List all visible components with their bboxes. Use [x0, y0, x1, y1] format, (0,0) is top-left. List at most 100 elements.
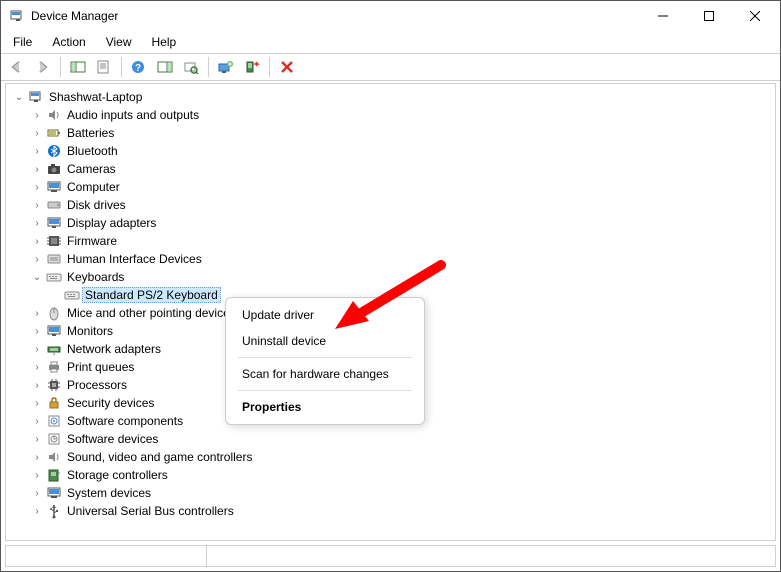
toolbar: ? — [1, 53, 780, 81]
tree-node-label[interactable]: Bluetooth — [64, 143, 121, 159]
tree-node-label[interactable]: Cameras — [64, 161, 119, 177]
usb-icon — [45, 503, 63, 519]
tree-node-label[interactable]: Security devices — [64, 395, 157, 411]
context-menu-item[interactable]: Scan for hardware changes — [228, 361, 422, 387]
expand-toggle[interactable]: ⌄ — [30, 270, 44, 284]
expand-toggle[interactable]: › — [30, 108, 44, 122]
delete-button[interactable] — [275, 56, 299, 78]
expand-toggle[interactable]: › — [30, 486, 44, 500]
tree-node-label[interactable]: Disk drives — [64, 197, 129, 213]
computer-icon — [45, 179, 63, 195]
toolbar-separator — [208, 57, 209, 77]
network-icon — [45, 341, 63, 357]
uninstall-device-button[interactable] — [240, 56, 264, 78]
toolbar-separator — [269, 57, 270, 77]
svg-text:?: ? — [135, 63, 141, 74]
expand-toggle[interactable]: › — [30, 378, 44, 392]
scan-hardware-button[interactable] — [179, 56, 203, 78]
context-menu-item[interactable]: Uninstall device — [228, 328, 422, 354]
hid-icon — [45, 251, 63, 267]
swdev-icon — [45, 431, 63, 447]
action-pane-button[interactable] — [153, 56, 177, 78]
app-icon — [9, 8, 25, 24]
tree-node-label[interactable]: Print queues — [64, 359, 137, 375]
cpu-icon — [45, 377, 63, 393]
expand-toggle[interactable]: › — [30, 432, 44, 446]
tree-node-label[interactable]: Monitors — [64, 323, 116, 339]
swcomp-icon — [45, 413, 63, 429]
expand-toggle[interactable]: › — [30, 126, 44, 140]
menu-help[interactable]: Help — [146, 33, 183, 51]
tree-node-label[interactable]: Universal Serial Bus controllers — [64, 503, 237, 519]
tree-node-label[interactable]: Mice and other pointing devices — [64, 305, 239, 321]
context-menu-item[interactable]: Update driver — [228, 302, 422, 328]
keyboard-icon — [45, 269, 63, 285]
printer-icon — [45, 359, 63, 375]
display-icon — [45, 215, 63, 231]
monitor-icon — [45, 323, 63, 339]
context-menu-separator — [238, 390, 412, 391]
expand-toggle[interactable]: › — [30, 324, 44, 338]
back-button[interactable] — [5, 56, 29, 78]
tree-node-label[interactable]: Computer — [64, 179, 123, 195]
tree-node-label[interactable]: Display adapters — [64, 215, 159, 231]
expand-toggle[interactable]: › — [30, 450, 44, 464]
expand-toggle[interactable]: › — [30, 216, 44, 230]
menubar: File Action View Help — [1, 31, 780, 53]
storage-icon — [45, 467, 63, 483]
tree-node-label[interactable]: System devices — [64, 485, 154, 501]
computer-icon — [27, 89, 45, 105]
tree-node-label[interactable]: Processors — [64, 377, 130, 393]
expand-toggle[interactable]: › — [30, 504, 44, 518]
expand-toggle[interactable]: › — [30, 342, 44, 356]
menu-action[interactable]: Action — [46, 33, 91, 51]
forward-button[interactable] — [31, 56, 55, 78]
properties-button[interactable] — [92, 56, 116, 78]
expand-toggle[interactable]: › — [30, 162, 44, 176]
expand-toggle[interactable]: › — [30, 234, 44, 248]
bluetooth-icon — [45, 143, 63, 159]
menu-view[interactable]: View — [100, 33, 138, 51]
statusbar — [5, 545, 776, 567]
expand-toggle[interactable]: ⌄ — [12, 90, 26, 104]
firmware-icon — [45, 233, 63, 249]
titlebar: Device Manager — [1, 1, 780, 31]
tree-node-label[interactable]: Storage controllers — [64, 467, 171, 483]
security-icon — [45, 395, 63, 411]
update-driver-button[interactable] — [214, 56, 238, 78]
tree-node-label[interactable]: Audio inputs and outputs — [64, 107, 202, 123]
tree-node-label[interactable]: Software devices — [64, 431, 161, 447]
expand-toggle[interactable]: › — [30, 360, 44, 374]
expand-toggle[interactable]: › — [30, 252, 44, 266]
sound-icon — [45, 449, 63, 465]
minimize-button[interactable] — [640, 1, 686, 31]
tree-node-label[interactable]: Firmware — [64, 233, 120, 249]
expand-toggle[interactable]: › — [30, 198, 44, 212]
tree-node-label[interactable]: Sound, video and game controllers — [64, 449, 255, 465]
tree-node-label[interactable]: Network adapters — [64, 341, 164, 357]
context-menu-item[interactable]: Properties — [228, 394, 422, 420]
expand-toggle[interactable]: › — [30, 180, 44, 194]
system-icon — [45, 485, 63, 501]
tree-root-label[interactable]: Shashwat-Laptop — [46, 89, 145, 105]
expand-toggle[interactable]: › — [30, 144, 44, 158]
tree-node-label[interactable]: Batteries — [64, 125, 117, 141]
context-menu-separator — [238, 357, 412, 358]
tree-node-label[interactable]: Keyboards — [64, 269, 127, 285]
context-menu: Update driverUninstall device Scan for ha… — [225, 297, 425, 425]
expand-toggle[interactable]: › — [30, 306, 44, 320]
tree-node-label[interactable]: Human Interface Devices — [64, 251, 205, 267]
maximize-button[interactable] — [686, 1, 732, 31]
help-button[interactable]: ? — [127, 56, 151, 78]
tree-leaf-label[interactable]: Standard PS/2 Keyboard — [82, 287, 221, 303]
expand-toggle[interactable]: › — [30, 396, 44, 410]
close-button[interactable] — [732, 1, 778, 31]
expand-toggle[interactable]: › — [30, 468, 44, 482]
expand-toggle[interactable]: › — [30, 414, 44, 428]
camera-icon — [45, 161, 63, 177]
menu-file[interactable]: File — [7, 33, 38, 51]
window-title: Device Manager — [31, 9, 640, 23]
battery-icon — [45, 125, 63, 141]
show-hide-console-tree-button[interactable] — [66, 56, 90, 78]
tree-node-label[interactable]: Software components — [64, 413, 186, 429]
